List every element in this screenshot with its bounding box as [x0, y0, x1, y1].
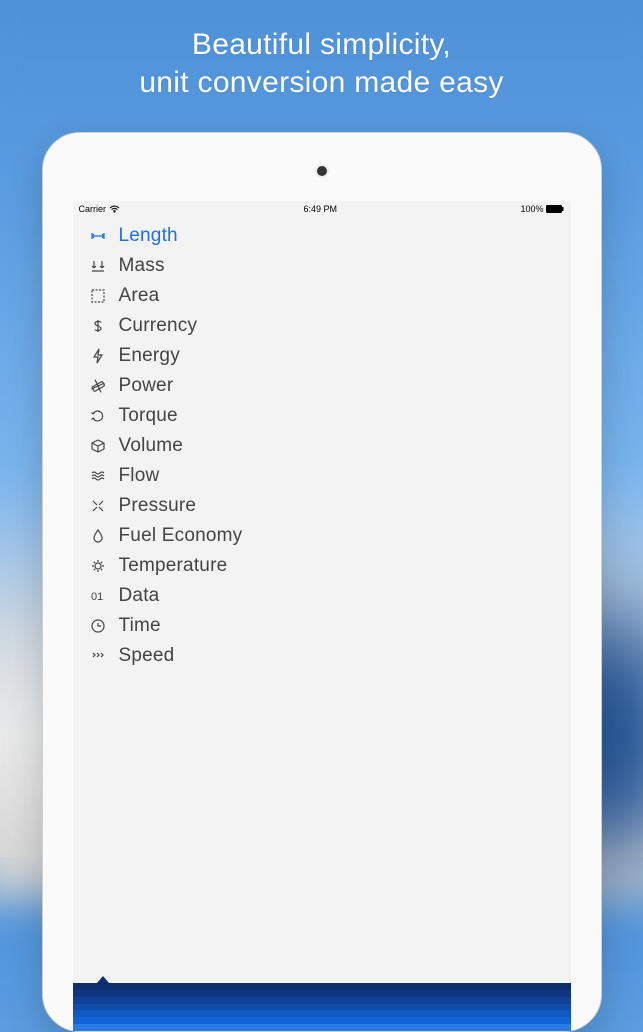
- ipad-frame: Carrier 6:49 PM 100% Length Mass Area Curre…: [42, 132, 602, 1032]
- wifi-icon: [109, 205, 120, 213]
- category-item-flow[interactable]: Flow: [73, 461, 571, 491]
- app-body: Length Mass Area Currency Energy Power Torque V…: [73, 217, 571, 671]
- torque-icon: [87, 408, 109, 424]
- speed-icon: [87, 648, 109, 664]
- category-label: Volume: [109, 435, 184, 457]
- camera-dot: [317, 166, 327, 176]
- carrier-label: Carrier: [79, 204, 107, 214]
- fuel-icon: [87, 528, 109, 544]
- volume-icon: [87, 438, 109, 454]
- category-label: Fuel Economy: [109, 525, 243, 547]
- device-screen: Carrier 6:49 PM 100% Length Mass Area Curre…: [73, 201, 571, 1031]
- category-label: Data: [109, 585, 160, 607]
- category-label: Pressure: [109, 495, 197, 517]
- panel-pointer: [97, 976, 109, 983]
- promo-line-1: Beautiful simplicity,: [0, 26, 643, 64]
- category-label: Temperature: [109, 555, 228, 577]
- category-item-area[interactable]: Area: [73, 281, 571, 311]
- category-label: Flow: [109, 465, 160, 487]
- category-item-speed[interactable]: Speed: [73, 641, 571, 671]
- mass-icon: [87, 258, 109, 274]
- status-bar: Carrier 6:49 PM 100%: [73, 201, 571, 217]
- category-label: Mass: [109, 255, 165, 277]
- data-icon: 01: [87, 588, 109, 604]
- pressure-icon: [87, 498, 109, 514]
- category-list: Length Mass Area Currency Energy Power Torque V…: [73, 221, 571, 671]
- category-item-temperature[interactable]: Temperature: [73, 551, 571, 581]
- battery-icon: [546, 205, 564, 213]
- category-item-mass[interactable]: Mass: [73, 251, 571, 281]
- power-icon: [87, 378, 109, 394]
- category-item-power[interactable]: Power: [73, 371, 571, 401]
- category-label: Energy: [109, 345, 180, 367]
- promo-headline: Beautiful simplicity, unit conversion ma…: [0, 0, 643, 101]
- promo-line-2: unit conversion made easy: [0, 64, 643, 102]
- category-item-currency[interactable]: Currency: [73, 311, 571, 341]
- category-label: Torque: [109, 405, 178, 427]
- category-label: Time: [109, 615, 161, 637]
- category-label: Speed: [109, 645, 175, 667]
- energy-icon: [87, 348, 109, 364]
- category-item-torque[interactable]: Torque: [73, 401, 571, 431]
- category-item-energy[interactable]: Energy: [73, 341, 571, 371]
- conversion-panel-collapsed[interactable]: [73, 983, 571, 1031]
- category-item-data[interactable]: 01 Data: [73, 581, 571, 611]
- area-icon: [87, 288, 109, 304]
- category-label: Power: [109, 375, 174, 397]
- battery-percent: 100%: [520, 204, 543, 214]
- temperature-icon: [87, 558, 109, 574]
- svg-text:01: 01: [91, 591, 103, 603]
- category-item-fuel-economy[interactable]: Fuel Economy: [73, 521, 571, 551]
- time-icon: [87, 618, 109, 634]
- category-label: Length: [109, 225, 178, 247]
- currency-icon: [87, 318, 109, 334]
- category-item-volume[interactable]: Volume: [73, 431, 571, 461]
- clock: 6:49 PM: [303, 204, 337, 214]
- category-item-length[interactable]: Length: [73, 221, 571, 251]
- category-label: Currency: [109, 315, 198, 337]
- category-label: Area: [109, 285, 160, 307]
- category-item-time[interactable]: Time: [73, 611, 571, 641]
- length-icon: [87, 228, 109, 244]
- flow-icon: [87, 468, 109, 484]
- category-item-pressure[interactable]: Pressure: [73, 491, 571, 521]
